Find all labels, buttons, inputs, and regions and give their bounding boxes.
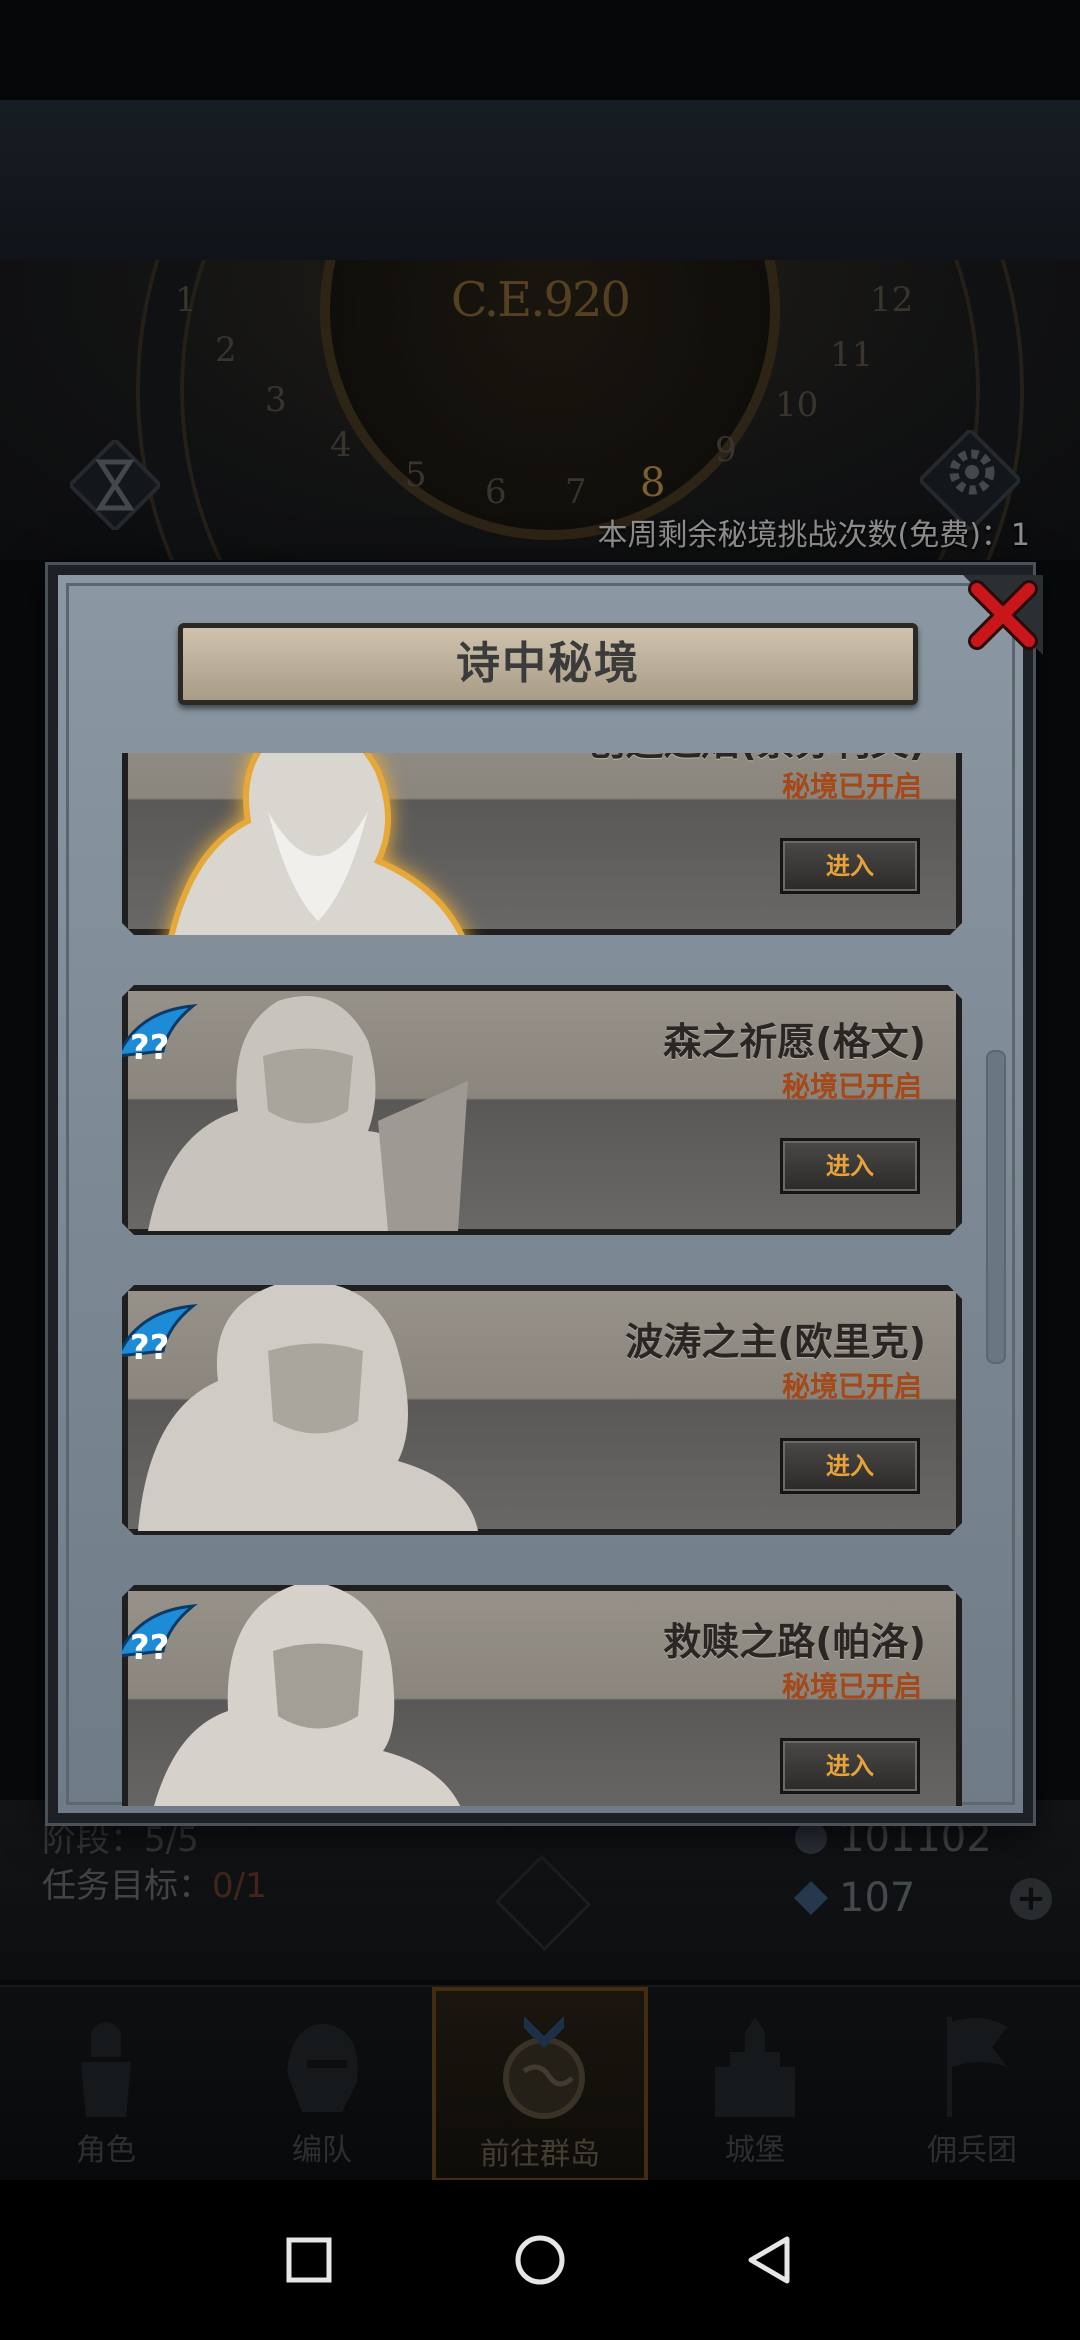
dialog-title: 诗中秘境	[456, 638, 640, 689]
realm-name: 波涛之主(欧里克)	[625, 1320, 926, 1364]
close-x-icon[interactable]	[963, 575, 1043, 655]
enter-button[interactable]: 进入	[780, 1138, 920, 1194]
hooded-figure-portrait-icon	[128, 1561, 508, 1806]
realm-name: 森之祈愿(格文)	[663, 1020, 926, 1064]
android-navigation-bar	[0, 2180, 1080, 2340]
enter-button[interactable]: 进入	[780, 838, 920, 894]
enter-button[interactable]: 进入	[780, 1438, 920, 1494]
question-marks-icon: ??	[122, 1601, 198, 1681]
triangle-back-icon[interactable]	[735, 2225, 805, 2295]
bearded-elder-portrait-icon	[128, 753, 508, 961]
question-marks-icon: ??	[122, 1001, 198, 1081]
svg-text:??: ??	[130, 1628, 169, 1668]
list-scrollbar[interactable]	[986, 1050, 1006, 1364]
title-banner: 诗中秘境	[178, 623, 918, 705]
realm-card: ?? 波涛之主(欧里克) 秘境已开启 进入	[122, 1285, 962, 1535]
realm-list[interactable]: 创造之焰(索苏利文) 秘境已开启 进入 ?? 森之祈愿(格文) 秘境已开启 进入	[122, 753, 962, 1806]
secret-realm-dialog: 诗中秘境 创造之焰(索苏利文) 秘境已开启 进入 ??	[48, 565, 1043, 1823]
svg-text:??: ??	[130, 1028, 169, 1068]
enter-button[interactable]: 进入	[780, 1738, 920, 1794]
circle-icon[interactable]	[505, 2225, 575, 2295]
realm-card: ?? 救赎之路(帕洛) 秘境已开启 进入	[122, 1585, 962, 1806]
svg-text:??: ??	[130, 1328, 169, 1368]
question-marks-icon: ??	[122, 1301, 198, 1381]
status-bar	[0, 0, 1080, 100]
realm-status: 秘境已开启	[781, 1670, 922, 1703]
realm-status: 秘境已开启	[781, 1370, 922, 1403]
realm-name: 救赎之路(帕洛)	[663, 1620, 926, 1664]
realm-card: 创造之焰(索苏利文) 秘境已开启 进入	[122, 753, 962, 935]
realm-status: 秘境已开启	[781, 770, 922, 803]
square-icon[interactable]	[274, 2225, 344, 2295]
realm-card: ?? 森之祈愿(格文) 秘境已开启 进入	[122, 985, 962, 1235]
realm-status: 秘境已开启	[781, 1070, 922, 1103]
